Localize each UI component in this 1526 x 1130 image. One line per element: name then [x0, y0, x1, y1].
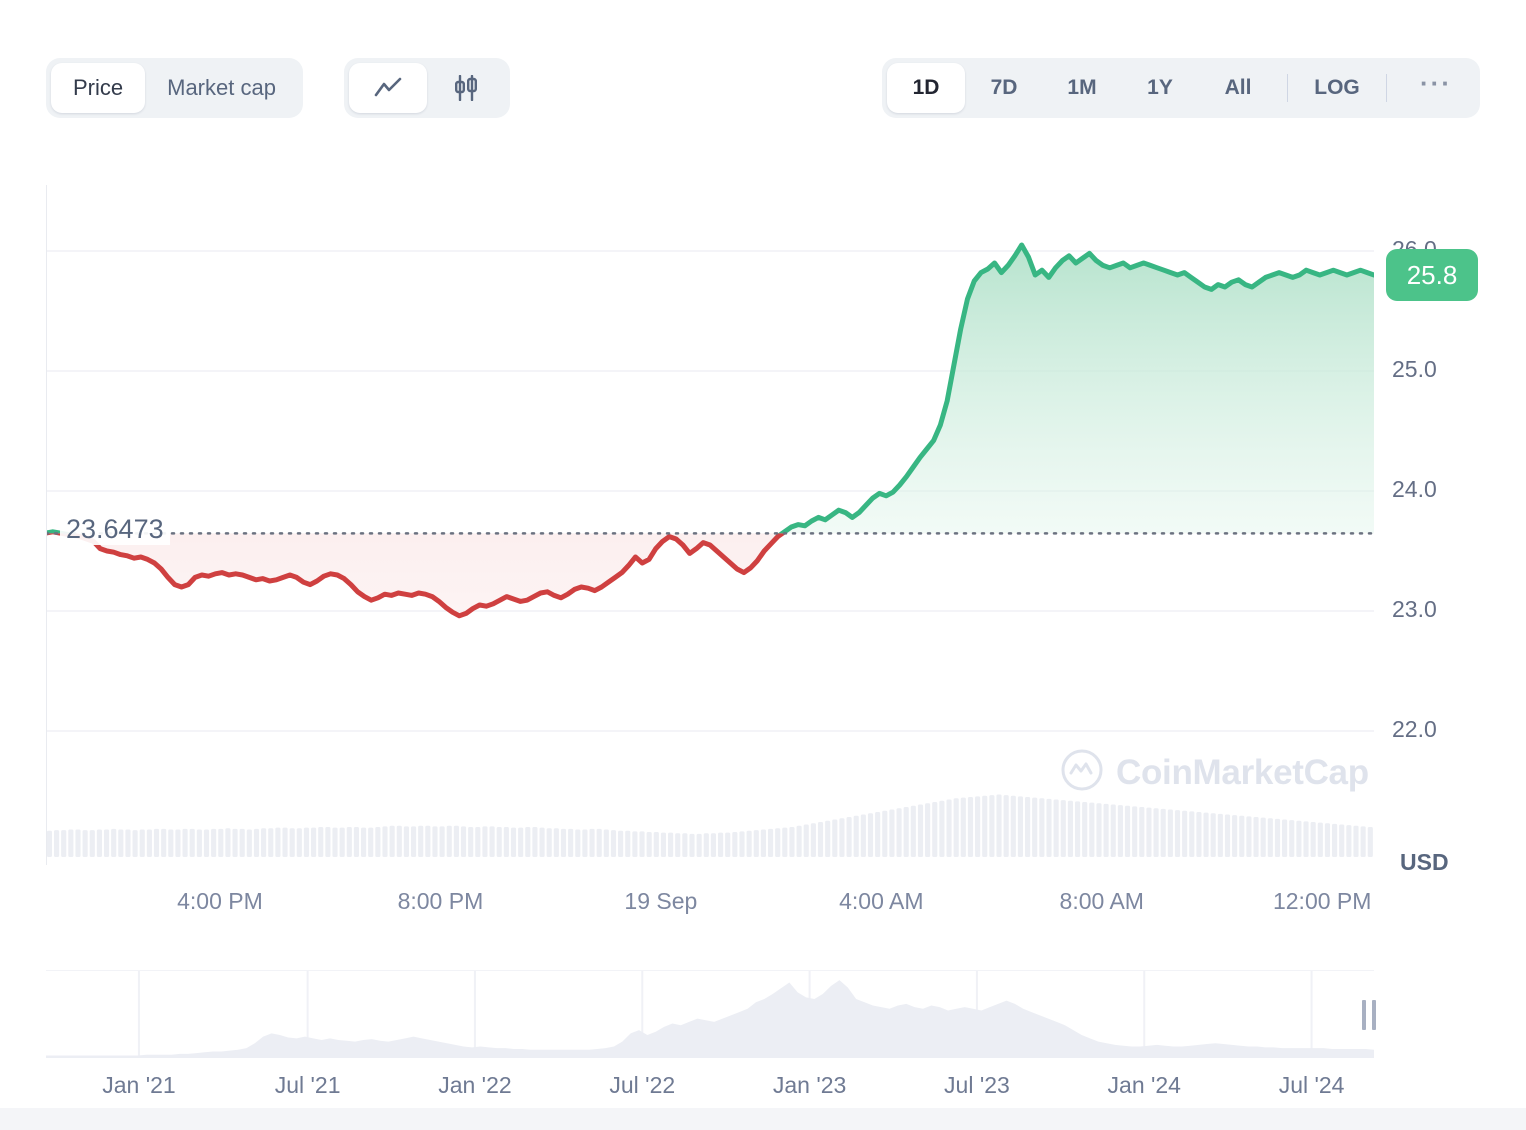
chart-toolbar: Price Market cap 1D 7D 1M 1Y All LOG ···	[0, 58, 1526, 120]
log-scale-button[interactable]: LOG	[1298, 63, 1376, 113]
range-7d[interactable]: 7D	[965, 63, 1043, 113]
range-1y[interactable]: 1Y	[1121, 63, 1199, 113]
chart-type-line-button[interactable]	[349, 63, 427, 113]
metric-toggle-group: Price Market cap	[46, 58, 303, 118]
x-tick-label: 8:00 PM	[397, 888, 484, 914]
line-chart-icon	[373, 76, 403, 100]
navigator-tick-label: Jul '21	[274, 1072, 341, 1098]
range-separator-2	[1386, 74, 1387, 102]
y-tick-label: 23.0	[1392, 596, 1437, 622]
navigator-tick-label: Jan '22	[438, 1072, 512, 1098]
y-tick-label: 25.0	[1392, 356, 1437, 382]
navigator-tick-label: Jul '23	[944, 1072, 1010, 1098]
chart-type-toggle-group	[344, 58, 510, 118]
x-axis-labels: 4:00 PM 8:00 PM 19 Sep 4:00 AM 8:00 AM 12:00 …	[46, 888, 1374, 922]
navigator-svg	[46, 962, 1374, 1070]
range-1m[interactable]: 1M	[1043, 63, 1121, 113]
more-options-button[interactable]: ···	[1397, 58, 1475, 118]
navigator-tick-label: Jan '23	[772, 1072, 847, 1098]
x-tick-label: 12:00 PM	[1272, 888, 1372, 914]
navigator-tick-label: Jul '22	[609, 1072, 676, 1098]
range-separator-1	[1287, 74, 1288, 102]
range-1d[interactable]: 1D	[887, 63, 965, 113]
currency-label: USD	[1400, 849, 1449, 875]
y-tick-label: 24.0	[1392, 476, 1437, 502]
navigator-tick-label: Jan '24	[1107, 1072, 1181, 1098]
x-tick-label: 4:00 PM	[177, 888, 263, 914]
x-tick-label: 4:00 AM	[839, 888, 924, 914]
handle-bar	[1372, 1000, 1376, 1030]
time-range-group: 1D 7D 1M 1Y All LOG ···	[882, 58, 1480, 118]
reference-price-label: 23.6473	[60, 514, 170, 546]
chart-navigator[interactable]	[46, 962, 1376, 1070]
navigator-right-handle[interactable]	[1362, 1000, 1376, 1030]
x-tick-label: 8:00 AM	[1059, 888, 1144, 914]
y-axis: 26.0 25.0 24.0 23.0 22.0 25.8 USD	[1380, 185, 1526, 885]
navigator-labels: Jan '21 Jul '21 Jan '22 Jul '22 Jan '23 Jul '…	[46, 1072, 1374, 1108]
price-chart-svg	[46, 185, 1374, 865]
handle-bar	[1362, 1000, 1366, 1030]
price-chart[interactable]: 23.6473	[46, 185, 1374, 865]
current-price-badge: 25.8	[1386, 249, 1478, 301]
x-tick-label: 19 Sep	[624, 888, 698, 914]
range-all[interactable]: All	[1199, 63, 1277, 113]
metric-option-price[interactable]: Price	[51, 63, 146, 113]
metric-option-market-cap[interactable]: Market cap	[145, 63, 298, 113]
navigator-tick-label: Jul '24	[1278, 1072, 1345, 1098]
candlestick-chart-icon	[451, 75, 481, 101]
navigator-tick-label: Jan '21	[102, 1072, 176, 1098]
chart-type-candlestick-button[interactable]	[427, 63, 505, 113]
y-tick-label: 22.0	[1392, 716, 1437, 742]
bottom-strip	[0, 1108, 1526, 1130]
